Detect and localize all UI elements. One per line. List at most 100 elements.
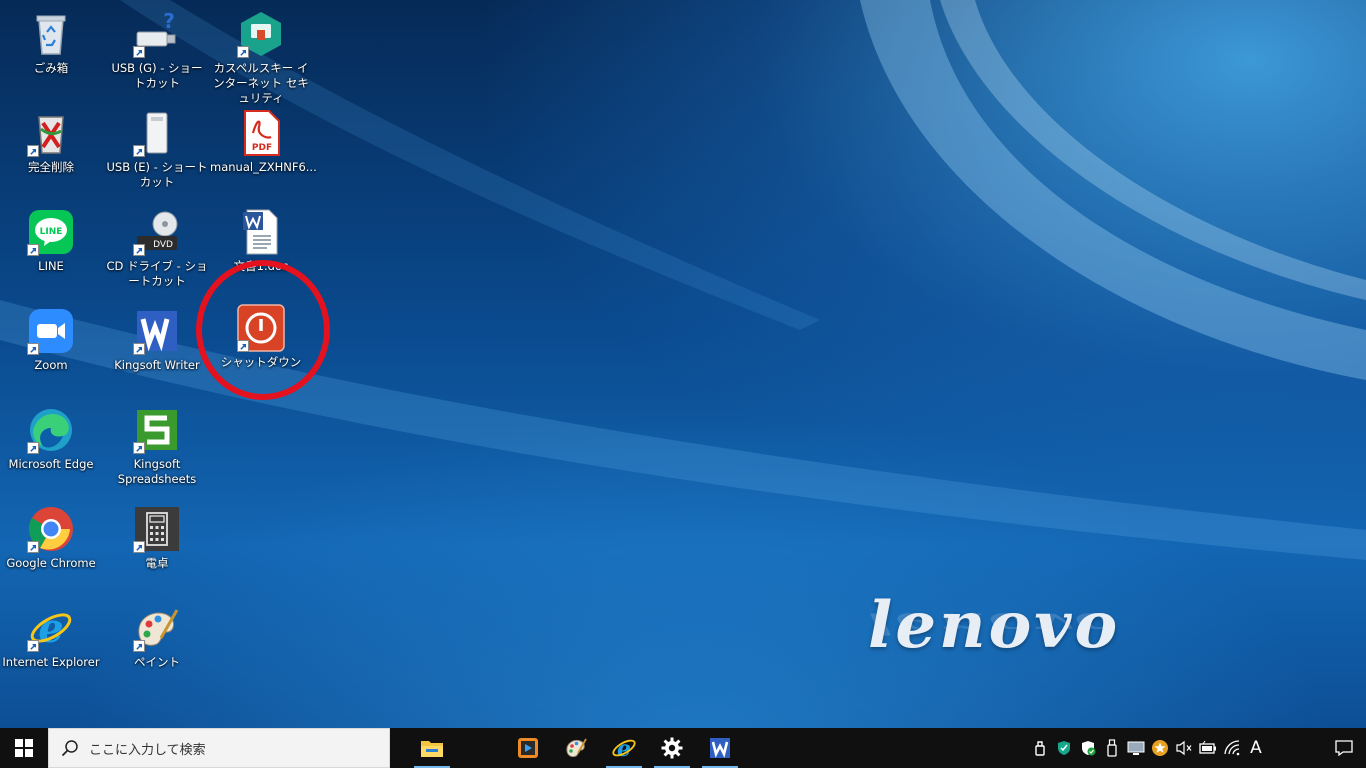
desktop-icon-label: 文書1.doc bbox=[233, 259, 289, 273]
desktop-icon-kaspersky[interactable]: カスペルスキー インターネット セキュリティ bbox=[210, 4, 312, 105]
desktop-icon-label: 電卓 bbox=[145, 556, 169, 570]
complete-delete-icon bbox=[27, 109, 75, 157]
shortcut-arrow-icon bbox=[27, 145, 39, 157]
desktop-icon-google-chrome[interactable]: Google Chrome bbox=[0, 499, 102, 593]
shortcut-arrow-icon bbox=[133, 46, 145, 58]
start-button[interactable] bbox=[0, 728, 48, 768]
shortcut-arrow-icon bbox=[133, 145, 145, 157]
taskbar: ここに入力して検索 e A bbox=[0, 728, 1366, 768]
desktop-icon-usb-g[interactable]: ? USB (G) - ショートカット bbox=[106, 4, 208, 98]
desktop-icon-zoom[interactable]: Zoom bbox=[0, 301, 102, 395]
system-tray: A bbox=[1028, 728, 1366, 768]
svg-text:e: e bbox=[38, 605, 63, 652]
taskbar-app-file-explorer[interactable] bbox=[408, 728, 456, 768]
usb-drive-icon bbox=[133, 109, 181, 157]
desktop-icon-kingsoft-writer[interactable]: Kingsoft Writer bbox=[106, 301, 208, 395]
svg-text:?: ? bbox=[163, 10, 175, 33]
word-document-icon bbox=[237, 208, 285, 256]
desktop-icon-label: シャットダウン bbox=[220, 355, 302, 369]
desktop-icon-recycle-bin[interactable]: ごみ箱 bbox=[0, 4, 102, 98]
desktop-icon-label: 完全削除 bbox=[28, 160, 74, 174]
line-icon: LINE bbox=[27, 208, 75, 256]
shortcut-arrow-icon bbox=[133, 541, 145, 553]
desktop-icon-shutdown[interactable]: シャットダウン bbox=[210, 298, 312, 392]
desktop-icon-line[interactable]: LINE LINE bbox=[0, 202, 102, 296]
kaspersky-icon bbox=[237, 10, 285, 58]
file-explorer-icon bbox=[421, 741, 443, 757]
desktop-icon-label: ごみ箱 bbox=[33, 61, 69, 75]
kingsoft-writer-icon bbox=[133, 307, 181, 355]
edge-icon bbox=[27, 406, 75, 454]
taskbar-search-box[interactable]: ここに入力して検索 bbox=[48, 728, 390, 768]
shortcut-arrow-icon bbox=[27, 640, 39, 652]
desktop-icon-calculator[interactable]: 電卓 bbox=[106, 499, 208, 593]
desktop-icon-label: Internet Explorer bbox=[2, 655, 100, 669]
notification-icon bbox=[1335, 740, 1353, 757]
shortcut-arrow-icon bbox=[133, 343, 145, 355]
search-placeholder: ここに入力して検索 bbox=[89, 742, 206, 758]
svg-text:DVD: DVD bbox=[153, 240, 173, 250]
shortcut-arrow-icon bbox=[27, 343, 39, 355]
desktop-icon-label: カスペルスキー インターネット セキュリティ bbox=[213, 61, 309, 105]
desktop-icon-kingsoft-spreadsheets[interactable]: Kingsoft Spreadsheets bbox=[106, 400, 208, 494]
desktop-icon-label: manual_ZXHNF6... bbox=[210, 160, 317, 174]
wallpaper-lenovo-logo-reflection: lenovo bbox=[868, 606, 1121, 640]
shortcut-arrow-icon bbox=[237, 340, 249, 352]
usb-drive-icon: ? bbox=[133, 10, 181, 58]
calculator-icon bbox=[133, 505, 181, 553]
action-center-button[interactable] bbox=[1322, 728, 1366, 768]
desktop-icon-microsoft-edge[interactable]: Microsoft Edge bbox=[0, 400, 102, 494]
desktop-icon-label: USB (E) - ショートカット bbox=[106, 160, 208, 189]
shortcut-arrow-icon bbox=[133, 442, 145, 454]
desktop-icon-usb-e[interactable]: USB (E) - ショートカット bbox=[106, 103, 208, 197]
usb-device-icon[interactable] bbox=[1100, 728, 1124, 768]
internet-explorer-icon: e bbox=[612, 736, 636, 761]
star-badge-icon[interactable] bbox=[1148, 728, 1172, 768]
ime-mode-indicator[interactable]: A bbox=[1244, 738, 1268, 758]
shortcut-arrow-icon bbox=[27, 244, 39, 256]
desktop-icon-cd-drive[interactable]: DVD CD ドライブ - ショートカット bbox=[106, 202, 208, 296]
shortcut-arrow-icon bbox=[27, 541, 39, 553]
wifi-icon[interactable] bbox=[1220, 728, 1244, 768]
desktop-icon-pdf-manual[interactable]: PDF manual_ZXHNF6... bbox=[210, 103, 317, 197]
zoom-icon bbox=[27, 307, 75, 355]
shortcut-arrow-icon bbox=[133, 244, 145, 256]
shortcut-arrow-icon bbox=[133, 640, 145, 652]
desktop-icon-label: Kingsoft Writer bbox=[114, 358, 200, 372]
desktop-icon-label: Microsoft Edge bbox=[8, 457, 94, 471]
desktop-icon-complete-delete[interactable]: 完全削除 bbox=[0, 103, 102, 197]
desktop-icon-paint[interactable]: ペイント bbox=[106, 598, 208, 692]
taskbar-app-paint[interactable] bbox=[552, 728, 600, 768]
desktop-icon-word-document[interactable]: 文書1.doc bbox=[210, 202, 312, 296]
svg-text:e: e bbox=[617, 736, 631, 761]
shortcut-arrow-icon bbox=[237, 46, 249, 58]
svg-text:LINE: LINE bbox=[40, 227, 63, 237]
battery-icon[interactable] bbox=[1196, 728, 1220, 768]
paint-icon bbox=[133, 604, 181, 652]
desktop-icon-internet-explorer[interactable]: e Internet Explorer bbox=[0, 598, 102, 692]
settings-gear-icon bbox=[661, 737, 683, 759]
taskbar-app-settings[interactable] bbox=[648, 728, 696, 768]
recycle-bin-icon bbox=[27, 10, 75, 58]
search-icon bbox=[61, 740, 78, 757]
shortcut-arrow-icon bbox=[27, 442, 39, 454]
usb-eject-icon[interactable] bbox=[1028, 728, 1052, 768]
media-player-icon bbox=[518, 738, 538, 758]
defender-icon[interactable] bbox=[1076, 728, 1100, 768]
taskbar-app-internet-explorer[interactable]: e bbox=[600, 728, 648, 768]
desktop-icon-label: CD ドライブ - ショートカット bbox=[106, 259, 208, 288]
windows-logo-icon bbox=[15, 739, 33, 757]
volume-muted-icon[interactable] bbox=[1172, 728, 1196, 768]
paint-icon bbox=[566, 738, 587, 758]
kingsoft-spreadsheets-icon bbox=[133, 406, 181, 454]
kingsoft-writer-icon bbox=[710, 738, 730, 758]
svg-text:PDF: PDF bbox=[252, 143, 272, 153]
taskbar-app-kingsoft-writer[interactable] bbox=[696, 728, 744, 768]
taskbar-app-media-player[interactable] bbox=[504, 728, 552, 768]
desktop-icon-label: LINE bbox=[38, 259, 64, 273]
shutdown-icon bbox=[237, 304, 285, 352]
display-icon[interactable] bbox=[1124, 728, 1148, 768]
desktop-icon-label: Zoom bbox=[34, 358, 68, 372]
security-shield-icon[interactable] bbox=[1052, 728, 1076, 768]
desktop-icon-label: Google Chrome bbox=[6, 556, 96, 570]
